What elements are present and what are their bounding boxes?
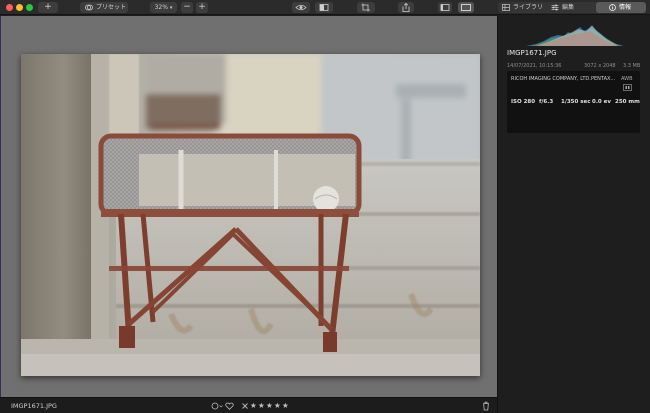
- preview-toggle-button[interactable]: [292, 2, 310, 13]
- tab-library[interactable]: ライブラリ: [498, 2, 547, 13]
- crop-icon: [361, 3, 370, 12]
- exif-aperture: f/6.3: [539, 99, 554, 105]
- presets-icon: [85, 4, 93, 11]
- presets-label: プリセット: [96, 4, 127, 11]
- panel-view-button[interactable]: [458, 2, 474, 13]
- share-button[interactable]: [398, 2, 414, 13]
- compare-button[interactable]: [315, 2, 333, 13]
- single-view-icon: [440, 4, 450, 11]
- zoom-level-label: 32%: [154, 4, 168, 11]
- single-view-button[interactable]: [438, 2, 452, 13]
- exif-focal-length: 250 mm: [615, 99, 640, 105]
- current-filename: IMGP1671.JPG: [11, 402, 57, 410]
- star-5-icon[interactable]: ★: [282, 402, 289, 410]
- tab-edit-label: 編集: [562, 4, 575, 11]
- tab-info[interactable]: 情報: [596, 2, 646, 13]
- histogram: [506, 25, 624, 46]
- trash-icon[interactable]: [482, 401, 490, 411]
- info-datetime: 14/07/2021, 10:15:36: [507, 63, 562, 69]
- info-filename: IMGP1671.JPG: [507, 49, 557, 57]
- close-window-button[interactable]: [6, 4, 13, 11]
- metering-icon: [623, 84, 632, 91]
- info-filesize: 3.3 MB: [623, 63, 641, 69]
- eye-icon: [295, 4, 307, 11]
- tab-library-label: ライブラリ: [513, 4, 544, 11]
- panel-view-icon: [461, 4, 471, 11]
- exif-box: RICOH IMAGING COMPANY, LTD. PENTAX... AW…: [507, 71, 640, 133]
- chevron-down-icon: ▾: [169, 5, 173, 11]
- star-2-icon[interactable]: ★: [258, 402, 265, 410]
- camera-make: RICOH IMAGING COMPANY, LTD.: [511, 76, 591, 82]
- presets-button[interactable]: プリセット: [80, 2, 128, 13]
- color-label-icon[interactable]: [211, 401, 223, 411]
- white-balance: AWB: [621, 76, 633, 82]
- camera-model: PENTAX...: [591, 76, 616, 82]
- minimize-window-button[interactable]: [16, 4, 23, 11]
- zoom-out-button[interactable]: −: [181, 2, 193, 13]
- status-bar: IMGP1671.JPG ★ ★ ★ ★ ★: [0, 397, 497, 413]
- add-photos-button[interactable]: +: [38, 2, 58, 13]
- photo-image[interactable]: [21, 54, 480, 376]
- compare-icon: [319, 4, 329, 11]
- title-bar: + プリセット 32% ▾ − + ライブラリ 編集 情報: [0, 0, 650, 15]
- zoom-level-dropdown[interactable]: 32% ▾: [150, 2, 177, 13]
- sliders-icon: [551, 4, 559, 15]
- star-3-icon[interactable]: ★: [266, 402, 273, 410]
- reject-icon[interactable]: [241, 401, 249, 411]
- info-panel: IMGP1671.JPG 14/07/2021, 10:15:36 3072 x…: [497, 16, 650, 413]
- share-icon: [402, 2, 410, 12]
- library-icon: [502, 4, 510, 15]
- heart-icon[interactable]: [225, 401, 234, 411]
- right-panel-tabs: ライブラリ 編集 情報: [498, 2, 646, 13]
- exif-shutter: 1/350 sec: [561, 99, 591, 105]
- star-4-icon[interactable]: ★: [274, 402, 281, 410]
- tab-info-label: 情報: [619, 4, 632, 11]
- info-icon: [609, 4, 616, 15]
- exif-exposure: 0.0 ev: [592, 99, 611, 105]
- zoom-in-button[interactable]: +: [196, 2, 208, 13]
- zoom-window-button[interactable]: [26, 4, 33, 11]
- star-1-icon[interactable]: ★: [250, 402, 257, 410]
- info-resolution: 3072 x 2048: [584, 63, 616, 69]
- crop-button[interactable]: [357, 2, 375, 13]
- exif-iso: ISO 280: [511, 99, 536, 105]
- tab-edit[interactable]: 編集: [547, 2, 596, 13]
- photo-canvas[interactable]: [0, 16, 497, 397]
